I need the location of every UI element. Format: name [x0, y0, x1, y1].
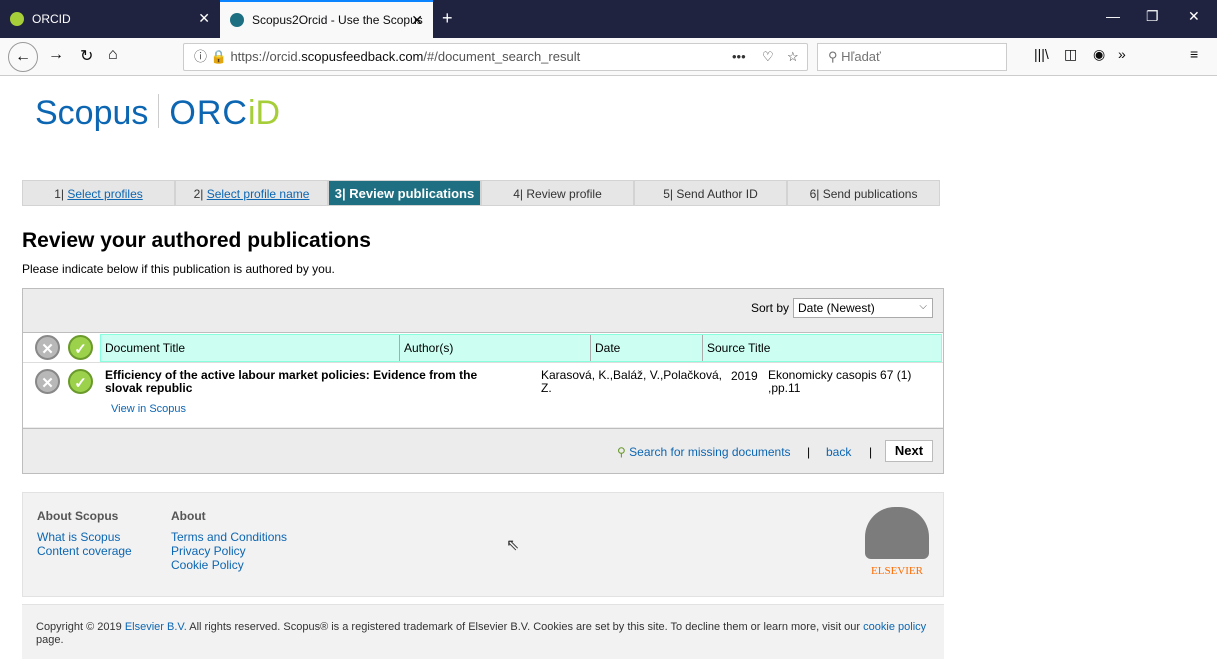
- sort-label: Sort by: [750, 301, 789, 315]
- column-authors[interactable]: Author(s): [400, 335, 591, 361]
- footer-heading: About: [171, 509, 206, 523]
- pocket-icon[interactable]: ♡: [762, 44, 774, 70]
- copyright-bar: Copyright © 2019 Elsevier B.V. All right…: [22, 604, 944, 659]
- search-placeholder: Hľadať: [841, 49, 881, 64]
- sort-control: Sort by Date (Newest) ⌵: [751, 298, 933, 318]
- column-date[interactable]: Date: [591, 335, 703, 361]
- cookie-policy-inline-link[interactable]: cookie policy: [863, 621, 926, 633]
- sort-value: Date (Newest): [798, 301, 875, 315]
- document-authors: Karasová, K.,Baláž, V.,Polačková, Z.: [541, 368, 722, 395]
- window-close-icon[interactable]: ✕: [1188, 8, 1200, 25]
- step-review-profile: 4| Review profile: [481, 180, 634, 206]
- step-send-author-id: 5| Send Author ID: [634, 180, 787, 206]
- url-bar[interactable]: ⓘ 🔒 https://orcid.scopusfeedback.com/#/d…: [183, 43, 808, 71]
- url-prefix: https://orcid.: [230, 49, 302, 64]
- privacy-link[interactable]: Privacy Policy: [171, 544, 287, 558]
- tab-label: Scopus2Orcid - Use the Scopus: [252, 13, 423, 27]
- terms-link[interactable]: Terms and Conditions: [171, 530, 287, 544]
- accept-icon[interactable]: ✓: [68, 369, 93, 394]
- tab-orcid[interactable]: ORCID ✕: [0, 0, 220, 38]
- page-actions-icon[interactable]: •••: [732, 44, 746, 70]
- bookmark-star-icon[interactable]: ☆: [787, 44, 799, 70]
- step-send-publications: 6| Send publications: [787, 180, 940, 206]
- footer-about: About Terms and Conditions Privacy Polic…: [171, 509, 287, 572]
- browser-tab-bar: ORCID ✕ Scopus2Orcid - Use the Scopus ✕ …: [0, 0, 1217, 38]
- info-icon[interactable]: ⓘ: [194, 49, 207, 64]
- browser-search-input[interactable]: ⚲ Hľadať: [817, 43, 1007, 71]
- lock-icon: 🔒: [210, 49, 227, 64]
- navigation-bar: ← → ↻ ⌂ ⓘ 🔒 https://orcid.scopusfeedback…: [0, 38, 1217, 76]
- step-select-profile-name[interactable]: 2| Select profile name: [175, 180, 328, 206]
- back-link[interactable]: back: [826, 445, 851, 459]
- mouse-cursor-icon: ⇖: [506, 537, 520, 554]
- table-header: ✕ ✓ Document Title Author(s) Date Source…: [23, 332, 943, 362]
- content-coverage-link[interactable]: Content coverage: [37, 544, 132, 558]
- what-is-scopus-link[interactable]: What is Scopus: [37, 530, 132, 544]
- orcid-id-logo-text: iD: [247, 94, 281, 132]
- forward-arrow-icon[interactable]: →: [48, 46, 64, 64]
- account-icon[interactable]: ◉: [1093, 46, 1105, 63]
- table-row: ✕ ✓ Efficiency of the active labour mark…: [23, 362, 943, 427]
- sidebar-icon[interactable]: ◫: [1064, 46, 1077, 63]
- elsevier-link[interactable]: Elsevier B.V.: [125, 621, 187, 633]
- site-footer: About Scopus What is Scopus Content cove…: [22, 492, 944, 597]
- page-title: Review your authored publications: [22, 229, 371, 252]
- sort-select[interactable]: Date (Newest) ⌵: [793, 298, 933, 318]
- column-document-title[interactable]: Document Title: [101, 335, 400, 361]
- orcid-favicon-icon: [10, 12, 24, 26]
- tab-label: ORCID: [32, 12, 71, 26]
- accept-all-icon[interactable]: ✓: [68, 335, 93, 360]
- url-path: /#/document_search_result: [423, 49, 581, 64]
- step-review-publications: 3| Review publications: [328, 180, 481, 206]
- elsevier-wordmark: ELSEVIER: [871, 565, 923, 577]
- restore-icon[interactable]: ❐: [1146, 8, 1159, 25]
- step-link[interactable]: Select profiles: [67, 187, 142, 201]
- close-icon[interactable]: ✕: [411, 12, 423, 29]
- elsevier-tree-icon: [865, 507, 929, 559]
- scopus-orcid-logo: Scopus ORCiD: [35, 94, 280, 133]
- next-button[interactable]: Next: [885, 440, 933, 462]
- column-headers: Document Title Author(s) Date Source Tit…: [100, 334, 942, 362]
- step-link[interactable]: Select profile name: [207, 187, 310, 201]
- tab-scopus2orcid[interactable]: Scopus2Orcid - Use the Scopus ✕: [220, 0, 433, 38]
- search-icon: ⚲: [828, 49, 838, 64]
- overflow-chevron-icon[interactable]: »: [1118, 46, 1126, 62]
- scopus-favicon-icon: [230, 13, 244, 27]
- chevron-down-icon: ⌵: [919, 301, 927, 312]
- footer-heading: About Scopus: [37, 509, 119, 523]
- search-missing-link[interactable]: ⚲ Search for missing documents: [617, 445, 791, 459]
- progress-steps: 1| Select profiles 2| Select profile nam…: [22, 180, 940, 206]
- document-date: 2019: [731, 369, 758, 383]
- cookie-policy-link[interactable]: Cookie Policy: [171, 558, 287, 572]
- new-tab-icon[interactable]: +: [442, 8, 453, 29]
- panel-actions: ⚲ Search for missing documents | back | …: [23, 428, 943, 473]
- view-in-scopus-link[interactable]: View in Scopus: [111, 403, 186, 415]
- scopus-logo-text: Scopus: [35, 94, 149, 132]
- home-icon[interactable]: ⌂: [108, 46, 118, 64]
- menu-icon[interactable]: ≡: [1190, 46, 1198, 62]
- instruction-text: Please indicate below if this publicatio…: [22, 262, 335, 276]
- close-icon[interactable]: ✕: [198, 10, 210, 27]
- reload-icon[interactable]: ↻: [80, 46, 93, 66]
- url-domain: scopusfeedback.com: [301, 49, 424, 64]
- magnifier-icon: ⚲: [617, 445, 626, 459]
- back-arrow-icon[interactable]: ←: [8, 42, 38, 72]
- library-icon[interactable]: |||\: [1034, 46, 1049, 62]
- reject-all-icon[interactable]: ✕: [35, 335, 60, 360]
- footer-about-scopus: About Scopus What is Scopus Content cove…: [37, 509, 132, 558]
- step-select-profiles[interactable]: 1| Select profiles: [22, 180, 175, 206]
- orcid-logo-text: ORC: [169, 94, 248, 132]
- document-title: Efficiency of the active labour market p…: [105, 368, 478, 395]
- minimize-icon[interactable]: —: [1106, 8, 1120, 24]
- elsevier-logo[interactable]: ELSEVIER: [865, 507, 929, 579]
- publications-panel: Sort by Date (Newest) ⌵ ✕ ✓ Document Tit…: [22, 288, 944, 474]
- column-source-title[interactable]: Source Title: [703, 335, 941, 361]
- reject-icon[interactable]: ✕: [35, 369, 60, 394]
- document-source: Ekonomicky casopis 67 (1) ,pp.11: [768, 368, 912, 395]
